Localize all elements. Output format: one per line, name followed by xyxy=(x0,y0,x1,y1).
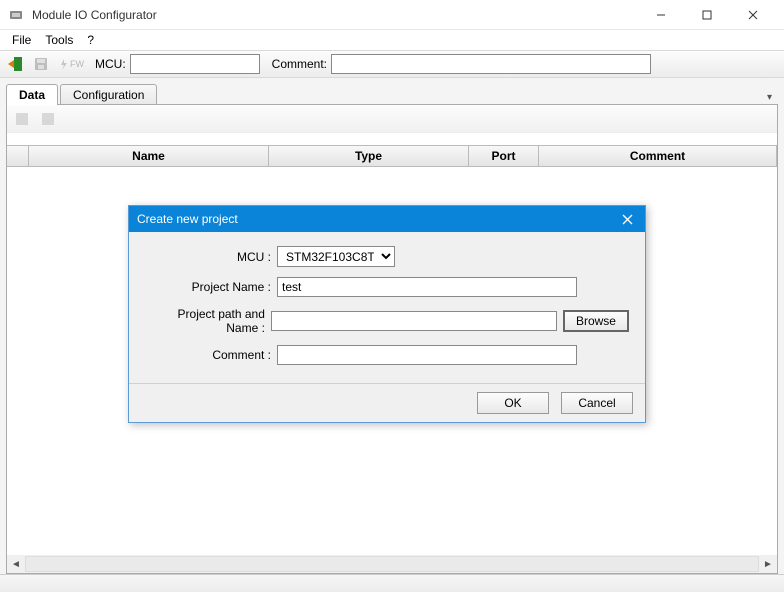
dialog-project-path-input[interactable] xyxy=(271,311,557,331)
tab-configuration[interactable]: Configuration xyxy=(60,84,157,105)
dialog-close-button[interactable] xyxy=(617,209,637,229)
tab-overflow-button[interactable]: ▾ xyxy=(761,90,778,105)
create-project-dialog: Create new project MCU : STM32F103C8T6 P… xyxy=(128,205,646,423)
tab-data[interactable]: Data xyxy=(6,84,58,105)
dialog-browse-button[interactable]: Browse xyxy=(563,310,629,332)
menu-help[interactable]: ? xyxy=(81,31,100,49)
grid-col-comment[interactable]: Comment xyxy=(539,146,777,166)
dialog-cancel-button[interactable]: Cancel xyxy=(561,392,633,414)
window-title: Module IO Configurator xyxy=(32,8,638,22)
toolbar-comment-input[interactable] xyxy=(331,54,651,74)
toolbar-exit-button[interactable] xyxy=(4,53,26,75)
grid-col-name[interactable]: Name xyxy=(29,146,269,166)
toolbar-mcu-label: MCU: xyxy=(95,57,126,71)
menu-tools[interactable]: Tools xyxy=(39,31,79,49)
menu-bar: File Tools ? xyxy=(0,30,784,50)
panel-button-1[interactable] xyxy=(11,108,33,130)
dialog-project-path-label: Project path and Name : xyxy=(145,307,271,335)
dialog-project-name-label: Project Name : xyxy=(145,280,277,294)
grid-row-header-cell[interactable] xyxy=(7,146,29,166)
dialog-comment-input[interactable] xyxy=(277,345,577,365)
window-maximize-button[interactable] xyxy=(684,0,730,30)
panel-button-2[interactable] xyxy=(37,108,59,130)
main-toolbar: FW MCU: Comment: xyxy=(0,50,784,78)
dialog-mcu-label: MCU : xyxy=(145,250,277,264)
toolbar-mcu-input[interactable] xyxy=(130,54,260,74)
scroll-right-icon[interactable]: ► xyxy=(759,555,777,573)
grid-col-type[interactable]: Type xyxy=(269,146,469,166)
toolbar-fw-label: FW xyxy=(70,59,84,69)
toolbar-comment-label: Comment: xyxy=(272,57,327,71)
toolbar-save-button[interactable] xyxy=(30,53,52,75)
tab-strip: Data Configuration ▾ xyxy=(6,84,778,105)
scroll-track[interactable] xyxy=(25,556,759,572)
scroll-left-icon[interactable]: ◄ xyxy=(7,555,25,573)
horizontal-scrollbar[interactable]: ◄ ► xyxy=(7,555,777,573)
dialog-ok-button[interactable]: OK xyxy=(477,392,549,414)
window-titlebar: Module IO Configurator xyxy=(0,0,784,30)
dialog-button-row: OK Cancel xyxy=(129,383,645,422)
dialog-titlebar[interactable]: Create new project xyxy=(129,206,645,232)
dialog-body: MCU : STM32F103C8T6 Project Name : Proje… xyxy=(129,232,645,383)
window-minimize-button[interactable] xyxy=(638,0,684,30)
app-icon xyxy=(8,7,24,23)
menu-file[interactable]: File xyxy=(6,31,37,49)
grid-header: Name Type Port Comment xyxy=(7,145,777,167)
dialog-mcu-select[interactable]: STM32F103C8T6 xyxy=(277,246,395,267)
window-close-button[interactable] xyxy=(730,0,776,30)
toolbar-fw-button[interactable]: FW xyxy=(56,53,87,75)
dialog-title: Create new project xyxy=(137,212,617,226)
dialog-project-name-input[interactable] xyxy=(277,277,577,297)
dialog-comment-label: Comment : xyxy=(145,348,277,362)
grid-col-port[interactable]: Port xyxy=(469,146,539,166)
panel-toolbar xyxy=(7,105,777,133)
status-bar xyxy=(0,574,784,592)
